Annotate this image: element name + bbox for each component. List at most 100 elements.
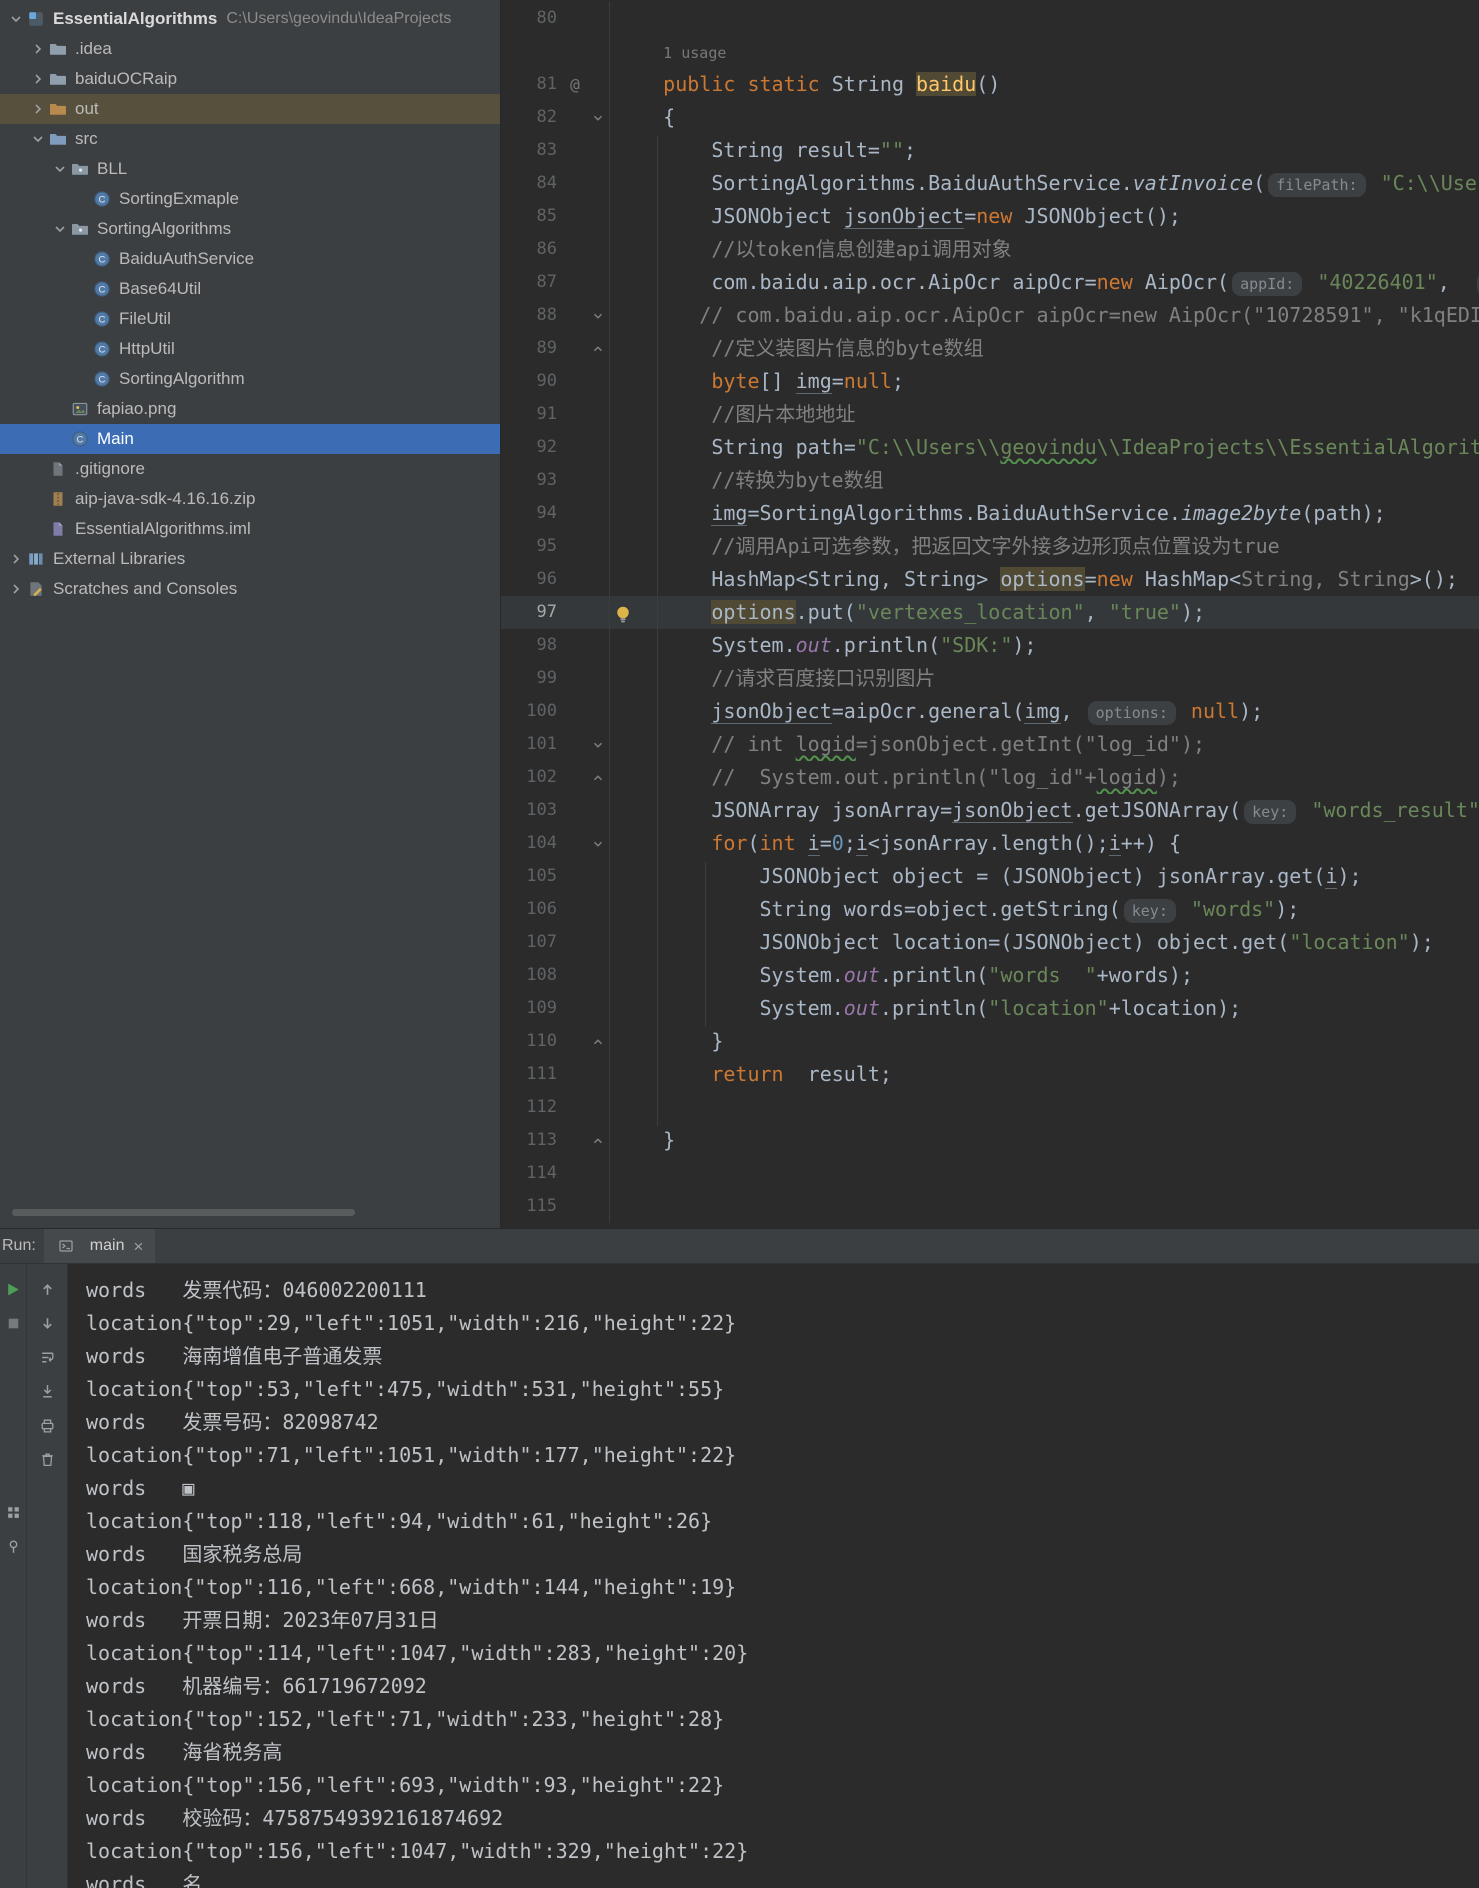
line-number[interactable]: 91 <box>501 398 563 431</box>
line-number[interactable]: 83 <box>501 134 563 167</box>
tree-item-scratches-and-consoles[interactable]: Scratches and Consoles <box>0 574 500 604</box>
tree-item-aip-java-sdk-4-16-16-zip[interactable]: aip-java-sdk-4.16.16.zip <box>0 484 500 514</box>
line-number[interactable]: 93 <box>501 464 563 497</box>
line-number[interactable]: 86 <box>501 233 563 266</box>
project-panel[interactable]: EssentialAlgorithms C:\Users\geovindu\Ide… <box>0 0 500 1228</box>
fold-icon[interactable] <box>587 1124 609 1157</box>
line-number[interactable]: 105 <box>501 860 563 893</box>
line-number[interactable]: 95 <box>501 530 563 563</box>
line-number[interactable]: 92 <box>501 431 563 464</box>
tree-item-base64util[interactable]: C Base64Util <box>0 274 500 304</box>
chevron-right-icon[interactable] <box>6 549 26 569</box>
line-number[interactable]: 89 <box>501 332 563 365</box>
chevron-right-icon[interactable] <box>28 39 48 59</box>
fold-icon[interactable] <box>587 1025 609 1058</box>
fold-icon[interactable] <box>587 761 609 794</box>
tree-item-idea[interactable]: .idea <box>0 34 500 64</box>
tree-item-essentialalgorithms-iml[interactable]: EssentialAlgorithms.iml <box>0 514 500 544</box>
line-number[interactable]: 109 <box>501 992 563 1025</box>
line-number[interactable] <box>501 35 563 68</box>
navigate-up-button[interactable] <box>35 1277 59 1301</box>
tree-item-out[interactable]: out <box>0 94 500 124</box>
tree-item-httputil[interactable]: C HttpUtil <box>0 334 500 364</box>
fold-icon[interactable] <box>587 332 609 365</box>
line-number[interactable]: 96 <box>501 563 563 596</box>
line-number[interactable]: 101 <box>501 728 563 761</box>
tree-item-external-libraries[interactable]: External Libraries <box>0 544 500 574</box>
chevron-down-icon[interactable] <box>28 129 48 149</box>
line-number[interactable]: 111 <box>501 1058 563 1091</box>
navigate-down-button[interactable] <box>35 1311 59 1335</box>
line-number[interactable]: 115 <box>501 1190 563 1223</box>
line-number[interactable]: 112 <box>501 1091 563 1124</box>
fold-icon[interactable] <box>587 728 609 761</box>
tree-item-baiduauthservice[interactable]: C BaiduAuthService <box>0 244 500 274</box>
tree-item-bll[interactable]: BLL <box>0 154 500 184</box>
line-number[interactable]: 90 <box>501 365 563 398</box>
line-number[interactable]: 108 <box>501 959 563 992</box>
chevron-down-icon[interactable] <box>50 219 70 239</box>
iml-icon <box>48 519 68 539</box>
svg-text:C: C <box>99 344 106 355</box>
line-number[interactable]: 102 <box>501 761 563 794</box>
line-number[interactable]: 110 <box>501 1025 563 1058</box>
tree-item-fapiao-png[interactable]: fapiao.png <box>0 394 500 424</box>
line-number[interactable]: 97 <box>501 596 563 629</box>
tree-item-essentialalgorithms[interactable]: EssentialAlgorithms C:\Users\geovindu\Ide… <box>0 4 500 34</box>
code-line-83: 83 String result=""; <box>501 134 1479 167</box>
line-number[interactable]: 113 <box>501 1124 563 1157</box>
soft-wrap-button[interactable] <box>35 1345 59 1369</box>
tree-item-sortingalgorithms[interactable]: SortingAlgorithms <box>0 214 500 244</box>
tree-item-gitignore[interactable]: .gitignore <box>0 454 500 484</box>
line-number[interactable]: 107 <box>501 926 563 959</box>
code-line-85: 85 JSONObject jsonObject=new JSONObject(… <box>501 200 1479 233</box>
tree-item-src[interactable]: src <box>0 124 500 154</box>
tree-item-fileutil[interactable]: C FileUtil <box>0 304 500 334</box>
line-number[interactable]: 106 <box>501 893 563 926</box>
restore-layout-button[interactable] <box>1 1500 25 1524</box>
line-number[interactable]: 100 <box>501 695 563 728</box>
line-number[interactable]: 88 <box>501 299 563 332</box>
pin-tab-button[interactable] <box>1 1534 25 1558</box>
line-number[interactable]: 114 <box>501 1157 563 1190</box>
chevron-right-icon[interactable] <box>28 99 48 119</box>
code-text: img=SortingAlgorithms.BaiduAuthService.i… <box>609 497 1479 530</box>
console-output[interactable]: words 发票代码：046002200111 location{"top":29… <box>68 1264 1479 1888</box>
line-number[interactable]: 81 <box>501 68 563 101</box>
clear-all-button[interactable] <box>35 1447 59 1471</box>
fold-icon[interactable] <box>587 827 609 860</box>
tree-item-sortingexmaple[interactable]: C SortingExmaple <box>0 184 500 214</box>
line-number[interactable]: 94 <box>501 497 563 530</box>
scroll-to-end-button[interactable] <box>35 1379 59 1403</box>
line-number[interactable]: 98 <box>501 629 563 662</box>
line-number[interactable]: 103 <box>501 794 563 827</box>
rerun-button[interactable] <box>1 1277 25 1301</box>
chevron-down-icon[interactable] <box>50 159 70 179</box>
line-number[interactable]: 82 <box>501 101 563 134</box>
code-editor[interactable]: 80 1 usage 81 @ public static String baidu… <box>500 0 1479 1228</box>
lightbulb-icon[interactable] <box>613 601 633 629</box>
stop-button[interactable] <box>1 1311 25 1335</box>
tree-item-sortingalgorithm[interactable]: C SortingAlgorithm <box>0 364 500 394</box>
horizontal-scrollbar[interactable] <box>12 1209 355 1216</box>
line-number[interactable]: 104 <box>501 827 563 860</box>
tree-item-baiduocraip[interactable]: baiduOCRaip <box>0 64 500 94</box>
print-button[interactable] <box>35 1413 59 1437</box>
tab-main[interactable]: main × <box>43 1229 156 1263</box>
fold-icon[interactable] <box>587 101 609 134</box>
line-number[interactable]: 87 <box>501 266 563 299</box>
line-number[interactable]: 99 <box>501 662 563 695</box>
close-icon[interactable]: × <box>133 1238 143 1255</box>
fold-icon[interactable] <box>587 299 609 332</box>
line-number[interactable]: 80 <box>501 2 563 35</box>
tree-item-main[interactable]: C Main <box>0 424 500 454</box>
line-number[interactable]: 84 <box>501 167 563 200</box>
chevron-right-icon[interactable] <box>28 69 48 89</box>
line-number[interactable]: 85 <box>501 200 563 233</box>
console-line: words 校验码：47587549392161874692 <box>86 1806 504 1830</box>
chevron-down-icon[interactable] <box>6 9 26 29</box>
main-area: EssentialAlgorithms C:\Users\geovindu\Ide… <box>0 0 1479 1228</box>
chevron-right-icon[interactable] <box>6 579 26 599</box>
